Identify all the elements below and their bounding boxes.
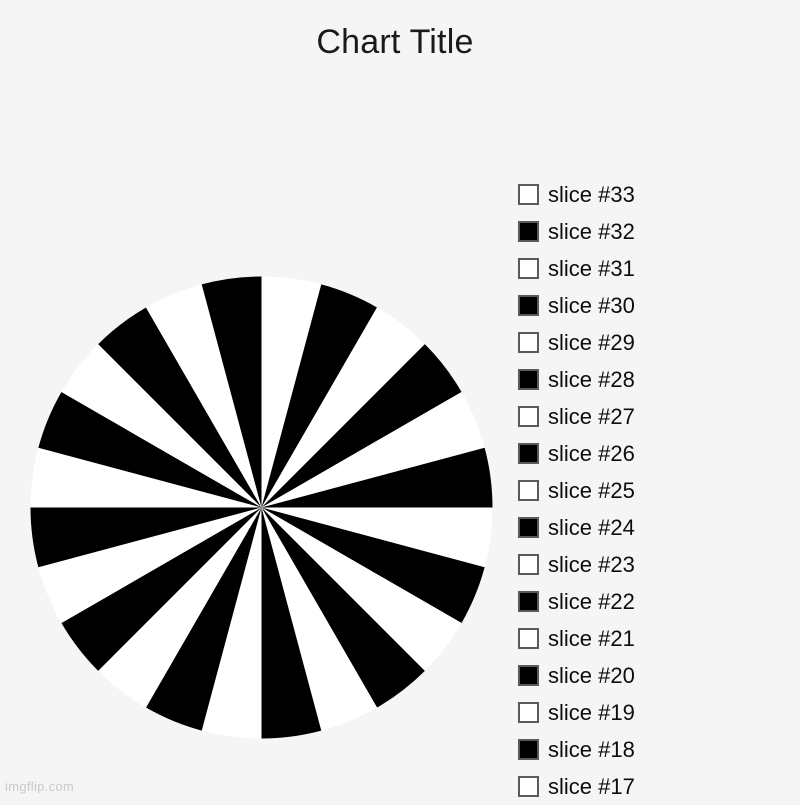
legend-item[interactable]: slice #26	[518, 435, 790, 472]
legend-item-label: slice #33	[548, 181, 635, 207]
legend-item[interactable]: slice #19	[518, 694, 790, 731]
legend-item[interactable]: slice #18	[518, 731, 790, 768]
legend-item[interactable]: slice #29	[518, 324, 790, 361]
legend-item[interactable]: slice #27	[518, 398, 790, 435]
legend-swatch-icon	[518, 295, 539, 316]
legend-item[interactable]: slice #17	[518, 768, 790, 805]
legend-item[interactable]: slice #31	[518, 250, 790, 287]
legend-item[interactable]: slice #33	[518, 176, 790, 213]
legend-swatch-icon	[518, 221, 539, 242]
legend-item-label: slice #20	[548, 662, 635, 688]
legend-swatch-icon	[518, 258, 539, 279]
legend-item[interactable]: slice #25	[518, 472, 790, 509]
legend-item-label: slice #25	[548, 477, 635, 503]
legend-item[interactable]: slice #32	[518, 213, 790, 250]
legend-item[interactable]: slice #22	[518, 583, 790, 620]
legend-item-label: slice #27	[548, 403, 635, 429]
legend-item-label: slice #24	[548, 514, 635, 540]
legend-item[interactable]: slice #30	[518, 287, 790, 324]
legend-item[interactable]: slice #20	[518, 657, 790, 694]
legend-item-label: slice #30	[548, 292, 635, 318]
chart-legend: slice #33 slice #32 slice #31 slice #30 slic…	[518, 176, 790, 805]
legend-swatch-icon	[518, 776, 539, 797]
chart-title: Chart Title	[316, 23, 474, 61]
legend-item-label: slice #32	[548, 218, 635, 244]
legend-item[interactable]: slice #28	[518, 361, 790, 398]
legend-swatch-icon	[518, 702, 539, 723]
legend-item-label: slice #23	[548, 551, 635, 577]
legend-swatch-icon	[518, 739, 539, 760]
legend-swatch-icon	[518, 517, 539, 538]
pie-slice-group	[30, 276, 493, 739]
legend-swatch-icon	[518, 406, 539, 427]
legend-item[interactable]: slice #24	[518, 509, 790, 546]
legend-item[interactable]: slice #21	[518, 620, 790, 657]
legend-item-label: slice #26	[548, 440, 635, 466]
legend-swatch-icon	[518, 443, 539, 464]
legend-item-label: slice #19	[548, 699, 635, 725]
legend-swatch-icon	[518, 665, 539, 686]
legend-swatch-icon	[518, 369, 539, 390]
legend-item-label: slice #28	[548, 366, 635, 392]
legend-item-label: slice #21	[548, 625, 635, 651]
legend-item-label: slice #29	[548, 329, 635, 355]
legend-swatch-icon	[518, 591, 539, 612]
legend-item[interactable]: slice #23	[518, 546, 790, 583]
legend-item-label: slice #22	[548, 588, 635, 614]
pie-chart-svg	[30, 276, 493, 739]
legend-item-label: slice #18	[548, 736, 635, 762]
legend-swatch-icon	[518, 554, 539, 575]
chart-canvas: Chart Title slice #33 slice #32 slice #31 s…	[0, 0, 800, 800]
legend-swatch-icon	[518, 332, 539, 353]
legend-swatch-icon	[518, 184, 539, 205]
legend-swatch-icon	[518, 480, 539, 501]
legend-item-label: slice #31	[548, 255, 635, 281]
legend-item-label: slice #17	[548, 773, 635, 799]
pie-chart[interactable]	[30, 276, 493, 739]
watermark: imgflip.com	[5, 779, 75, 794]
legend-swatch-icon	[518, 628, 539, 649]
